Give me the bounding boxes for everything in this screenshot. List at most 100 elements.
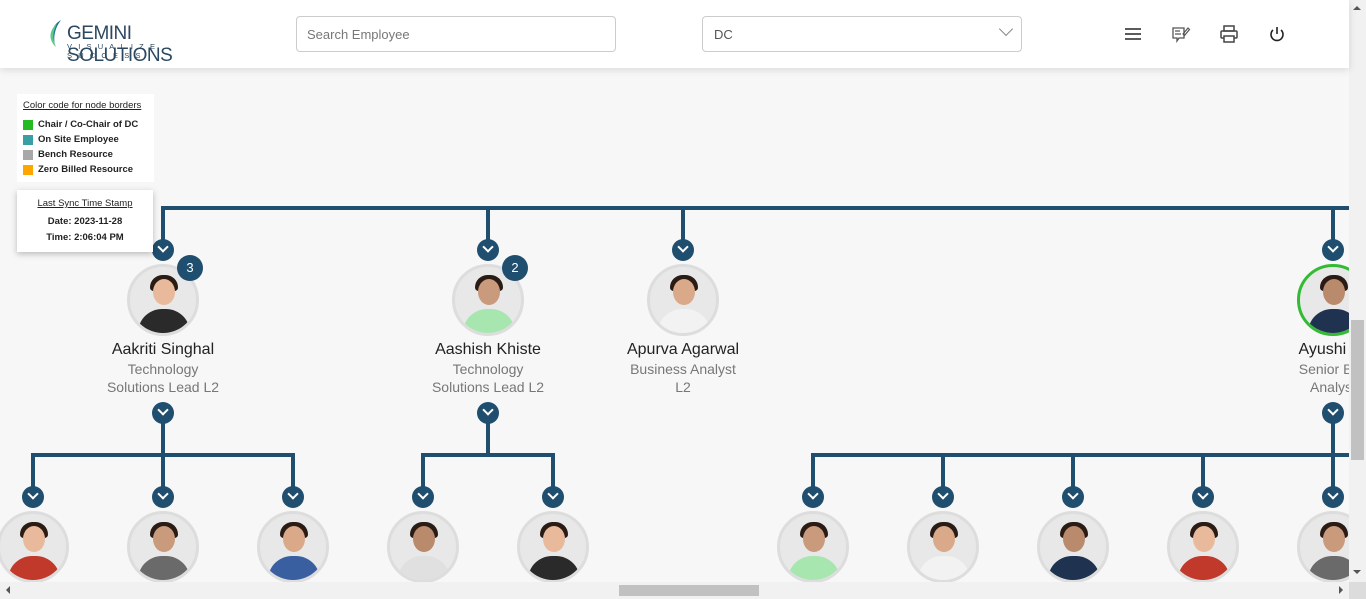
employee-name: Aashish Khiste (435, 341, 541, 358)
sync-title: Last Sync Time Stamp (37, 198, 133, 209)
gemini-solutions-logo[interactable]: GEMINI SOLUTIONS VISUALIZE SUCCESS (47, 18, 217, 66)
employee-avatar[interactable] (127, 511, 199, 583)
legend-item: On Site Employee (23, 132, 148, 147)
expand-chevron-icon[interactable] (152, 402, 174, 424)
menu-icon[interactable] (1123, 24, 1143, 44)
avatar-head (153, 279, 175, 305)
vertical-scroll-thumb[interactable] (1351, 320, 1364, 460)
employee-avatar[interactable] (777, 511, 849, 583)
leaf-logo-icon (50, 20, 61, 47)
employee-node-text: Aakriti Singhal Technology Solutions Lead … (73, 341, 253, 396)
employee-name: Ayushi Ja (1298, 341, 1366, 358)
expand-chevron-icon[interactable] (1192, 486, 1214, 508)
sync-date: Date: 2023-11-28 (47, 216, 123, 227)
employee-avatar[interactable] (907, 511, 979, 583)
border-color-legend: Color code for node borders Chair / Co-C… (17, 94, 154, 182)
dc-select[interactable]: DC (702, 16, 1022, 52)
employee-name: Apurva Agarwal (626, 341, 740, 358)
connector-line (421, 453, 555, 457)
gray-swatch (23, 149, 33, 160)
avatar-body (8, 556, 60, 580)
expand-chevron-icon[interactable] (152, 486, 174, 508)
expand-chevron-icon[interactable] (1062, 486, 1084, 508)
expand-chevron-icon[interactable] (477, 402, 499, 424)
horizontal-scroll-thumb[interactable] (619, 585, 759, 596)
scroll-up-icon[interactable] (1353, 2, 1361, 10)
avatar-body (463, 309, 515, 333)
employee-node-text: Ayushi Ja Senior Bus Analyst (1243, 341, 1366, 396)
child-count-badge: 2 (502, 255, 528, 281)
expand-chevron-icon[interactable] (1322, 486, 1344, 508)
avatar-body (398, 556, 450, 580)
expand-chevron-icon[interactable] (1322, 402, 1344, 424)
feedback-edit-icon[interactable] (1171, 24, 1191, 44)
legend-item: Bench Resource (23, 147, 148, 162)
expand-chevron-icon[interactable] (542, 486, 564, 508)
legend-label: On Site Employee (38, 134, 119, 145)
power-icon[interactable] (1267, 24, 1287, 44)
horizontal-scrollbar[interactable] (0, 582, 1349, 599)
logo-tagline: VISUALIZE SUCCESS (67, 42, 162, 60)
employee-avatar[interactable] (1037, 511, 1109, 583)
legend-item: Chair / Co-Chair of DC (23, 117, 148, 132)
scroll-right-icon[interactable] (1339, 586, 1347, 594)
avatar-head (673, 279, 695, 305)
employee-avatar[interactable] (257, 511, 329, 583)
top-header: GEMINI SOLUTIONS VISUALIZE SUCCESS DC (0, 0, 1349, 68)
scroll-left-icon[interactable] (2, 586, 10, 594)
employee-department: Technology (452, 361, 524, 377)
employee-avatar[interactable] (647, 264, 719, 336)
expand-chevron-icon[interactable] (1322, 239, 1344, 261)
avatar-body (138, 309, 190, 333)
avatar-head (153, 526, 175, 552)
vertical-scrollbar[interactable] (1349, 0, 1366, 582)
avatar-head (413, 526, 435, 552)
legend-title: Color code for node borders (23, 100, 142, 111)
avatar-body (268, 556, 320, 580)
avatar-body (1178, 556, 1230, 580)
avatar-body (1048, 556, 1100, 580)
search-employee-input[interactable] (296, 16, 616, 52)
employee-node-text: Apurva Agarwal Business Analyst L2 (593, 341, 773, 396)
avatar-body (658, 309, 710, 333)
employee-department: Business Analyst (630, 361, 736, 377)
expand-chevron-icon[interactable] (802, 486, 824, 508)
employee-avatar[interactable] (1167, 511, 1239, 583)
expand-chevron-icon[interactable] (932, 486, 954, 508)
avatar-head (478, 279, 500, 305)
chevron-down-icon (998, 21, 1014, 37)
employee-name: Aakriti Singhal (111, 341, 215, 358)
employee-avatar[interactable] (517, 511, 589, 583)
sync-time: Time: 2:06:04 PM (46, 232, 124, 243)
scroll-down-icon[interactable] (1353, 570, 1361, 578)
avatar-head (23, 526, 45, 552)
employee-title: Solutions Lead L2 (431, 379, 545, 395)
avatar-head (283, 526, 305, 552)
legend-label: Chair / Co-Chair of DC (38, 119, 139, 130)
expand-chevron-icon[interactable] (412, 486, 434, 508)
expand-chevron-icon[interactable] (22, 486, 44, 508)
avatar-head (1193, 526, 1215, 552)
last-sync-box: Last Sync Time Stamp Date: 2023-11-28 Ti… (17, 190, 153, 252)
employee-avatar[interactable] (387, 511, 459, 583)
scrollbar-corner (1349, 582, 1366, 599)
green-swatch (23, 119, 33, 130)
connector-line (811, 453, 1351, 457)
orange-swatch (23, 164, 33, 175)
avatar-head (1323, 279, 1345, 305)
avatar-body (138, 556, 190, 580)
print-icon[interactable] (1219, 24, 1239, 44)
expand-chevron-icon[interactable] (282, 486, 304, 508)
avatar-head (933, 526, 955, 552)
expand-chevron-icon[interactable] (672, 239, 694, 261)
expand-chevron-icon[interactable] (152, 239, 174, 261)
employee-department: Senior Bus (1298, 361, 1366, 377)
employee-avatar[interactable] (0, 511, 69, 583)
dc-select-value: DC (714, 27, 733, 42)
avatar-body (918, 556, 970, 580)
employee-node-text: Aashish Khiste Technology Solutions Lead L… (398, 341, 578, 396)
expand-chevron-icon[interactable] (477, 239, 499, 261)
avatar-head (803, 526, 825, 552)
avatar-body (788, 556, 840, 580)
employee-department: Technology (127, 361, 199, 377)
